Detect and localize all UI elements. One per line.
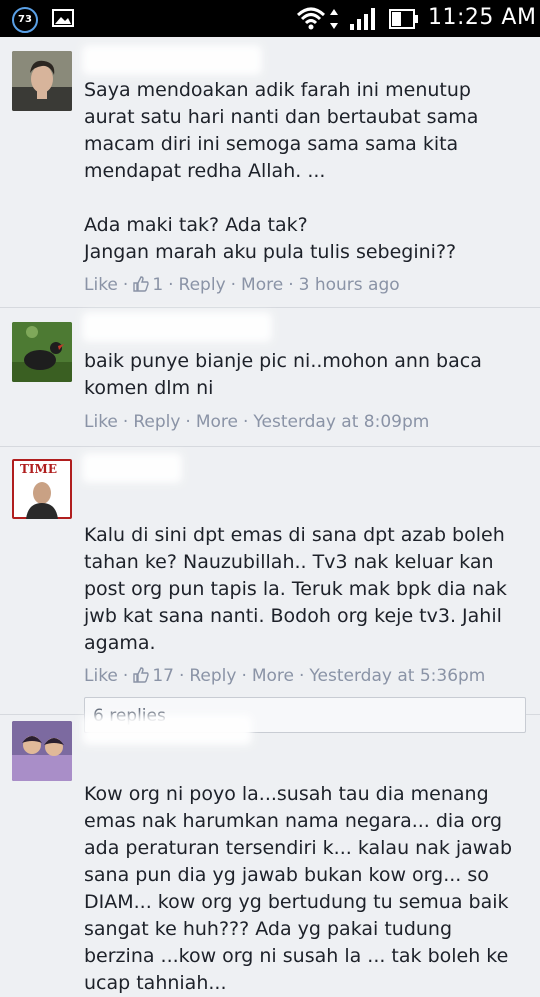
notification-badge: 73 [12, 7, 38, 33]
author-name-redacted [82, 312, 272, 342]
separator: · [122, 666, 129, 686]
reply-link[interactable]: Reply [133, 412, 180, 432]
author-name-redacted [82, 715, 252, 745]
signal-icon [350, 8, 378, 34]
comment-item: baik punye bianje pic ni..mohon ann baca… [0, 308, 540, 447]
reply-link[interactable]: Reply [189, 666, 236, 686]
more-link[interactable]: More [241, 275, 283, 295]
separator: · [168, 275, 174, 295]
separator: · [241, 666, 247, 686]
separator: · [299, 666, 305, 686]
like-link[interactable]: Like [84, 412, 118, 432]
comment-item: Kow org ni poyo la...susah tau dia menan… [0, 715, 540, 994]
image-icon [52, 9, 74, 31]
separator: · [178, 666, 185, 686]
timestamp: Yesterday at 5:36pm [309, 666, 486, 686]
comment-text: Kalu di sini dpt emas di sana dpt azab b… [84, 524, 507, 654]
avatar[interactable] [12, 51, 72, 111]
comment-actions: Like · 17 · Reply · More · Yesterday at 5:36pm [84, 666, 485, 686]
separator: · [122, 412, 129, 432]
comment-text: baik punye bianje pic ni..mohon ann baca… [84, 350, 482, 399]
like-count: 1 [133, 275, 163, 295]
separator: · [230, 275, 237, 295]
avatar[interactable] [12, 322, 72, 382]
thumbs-up-icon [133, 276, 150, 292]
more-link[interactable]: More [196, 412, 238, 432]
like-link[interactable]: Like [84, 275, 118, 295]
thumbs-up-icon [133, 667, 150, 683]
timestamp: Yesterday at 8:09pm [253, 412, 430, 432]
data-transfer-icon [328, 7, 340, 35]
author-name-redacted [82, 453, 182, 483]
separator: · [122, 275, 129, 295]
comment-text: Saya mendoakan adik farah ini menutup au… [84, 79, 479, 263]
more-link[interactable]: More [252, 666, 294, 686]
comment-actions: Like · 1 · Reply · More · 3 hours ago [84, 275, 400, 295]
reply-link[interactable]: Reply [179, 275, 226, 295]
comment-text: Kow org ni poyo la...susah tau dia menan… [84, 783, 513, 994]
comment-item: TIME Kalu di sini dpt emas di sana dpt a… [0, 447, 540, 733]
like-link[interactable]: Like [84, 666, 118, 686]
separator: · [288, 275, 294, 295]
avatar[interactable]: TIME [12, 459, 72, 519]
like-count: 17 [133, 666, 174, 686]
timestamp: 3 hours ago [298, 275, 400, 295]
comment-item: Saya mendoakan adik farah ini menutup au… [0, 37, 540, 308]
wifi-icon [296, 7, 326, 35]
battery-icon [389, 9, 419, 33]
separator: · [185, 412, 191, 432]
author-name-redacted [82, 45, 262, 75]
svg-text:TIME: TIME [20, 462, 57, 476]
avatar[interactable] [12, 721, 72, 781]
status-bar: 73 11:25 AM [0, 0, 540, 37]
status-time: 11:25 AM [428, 5, 537, 30]
comment-actions: Like · Reply · More · Yesterday at 8:09pm [84, 412, 429, 432]
separator: · [242, 412, 249, 432]
